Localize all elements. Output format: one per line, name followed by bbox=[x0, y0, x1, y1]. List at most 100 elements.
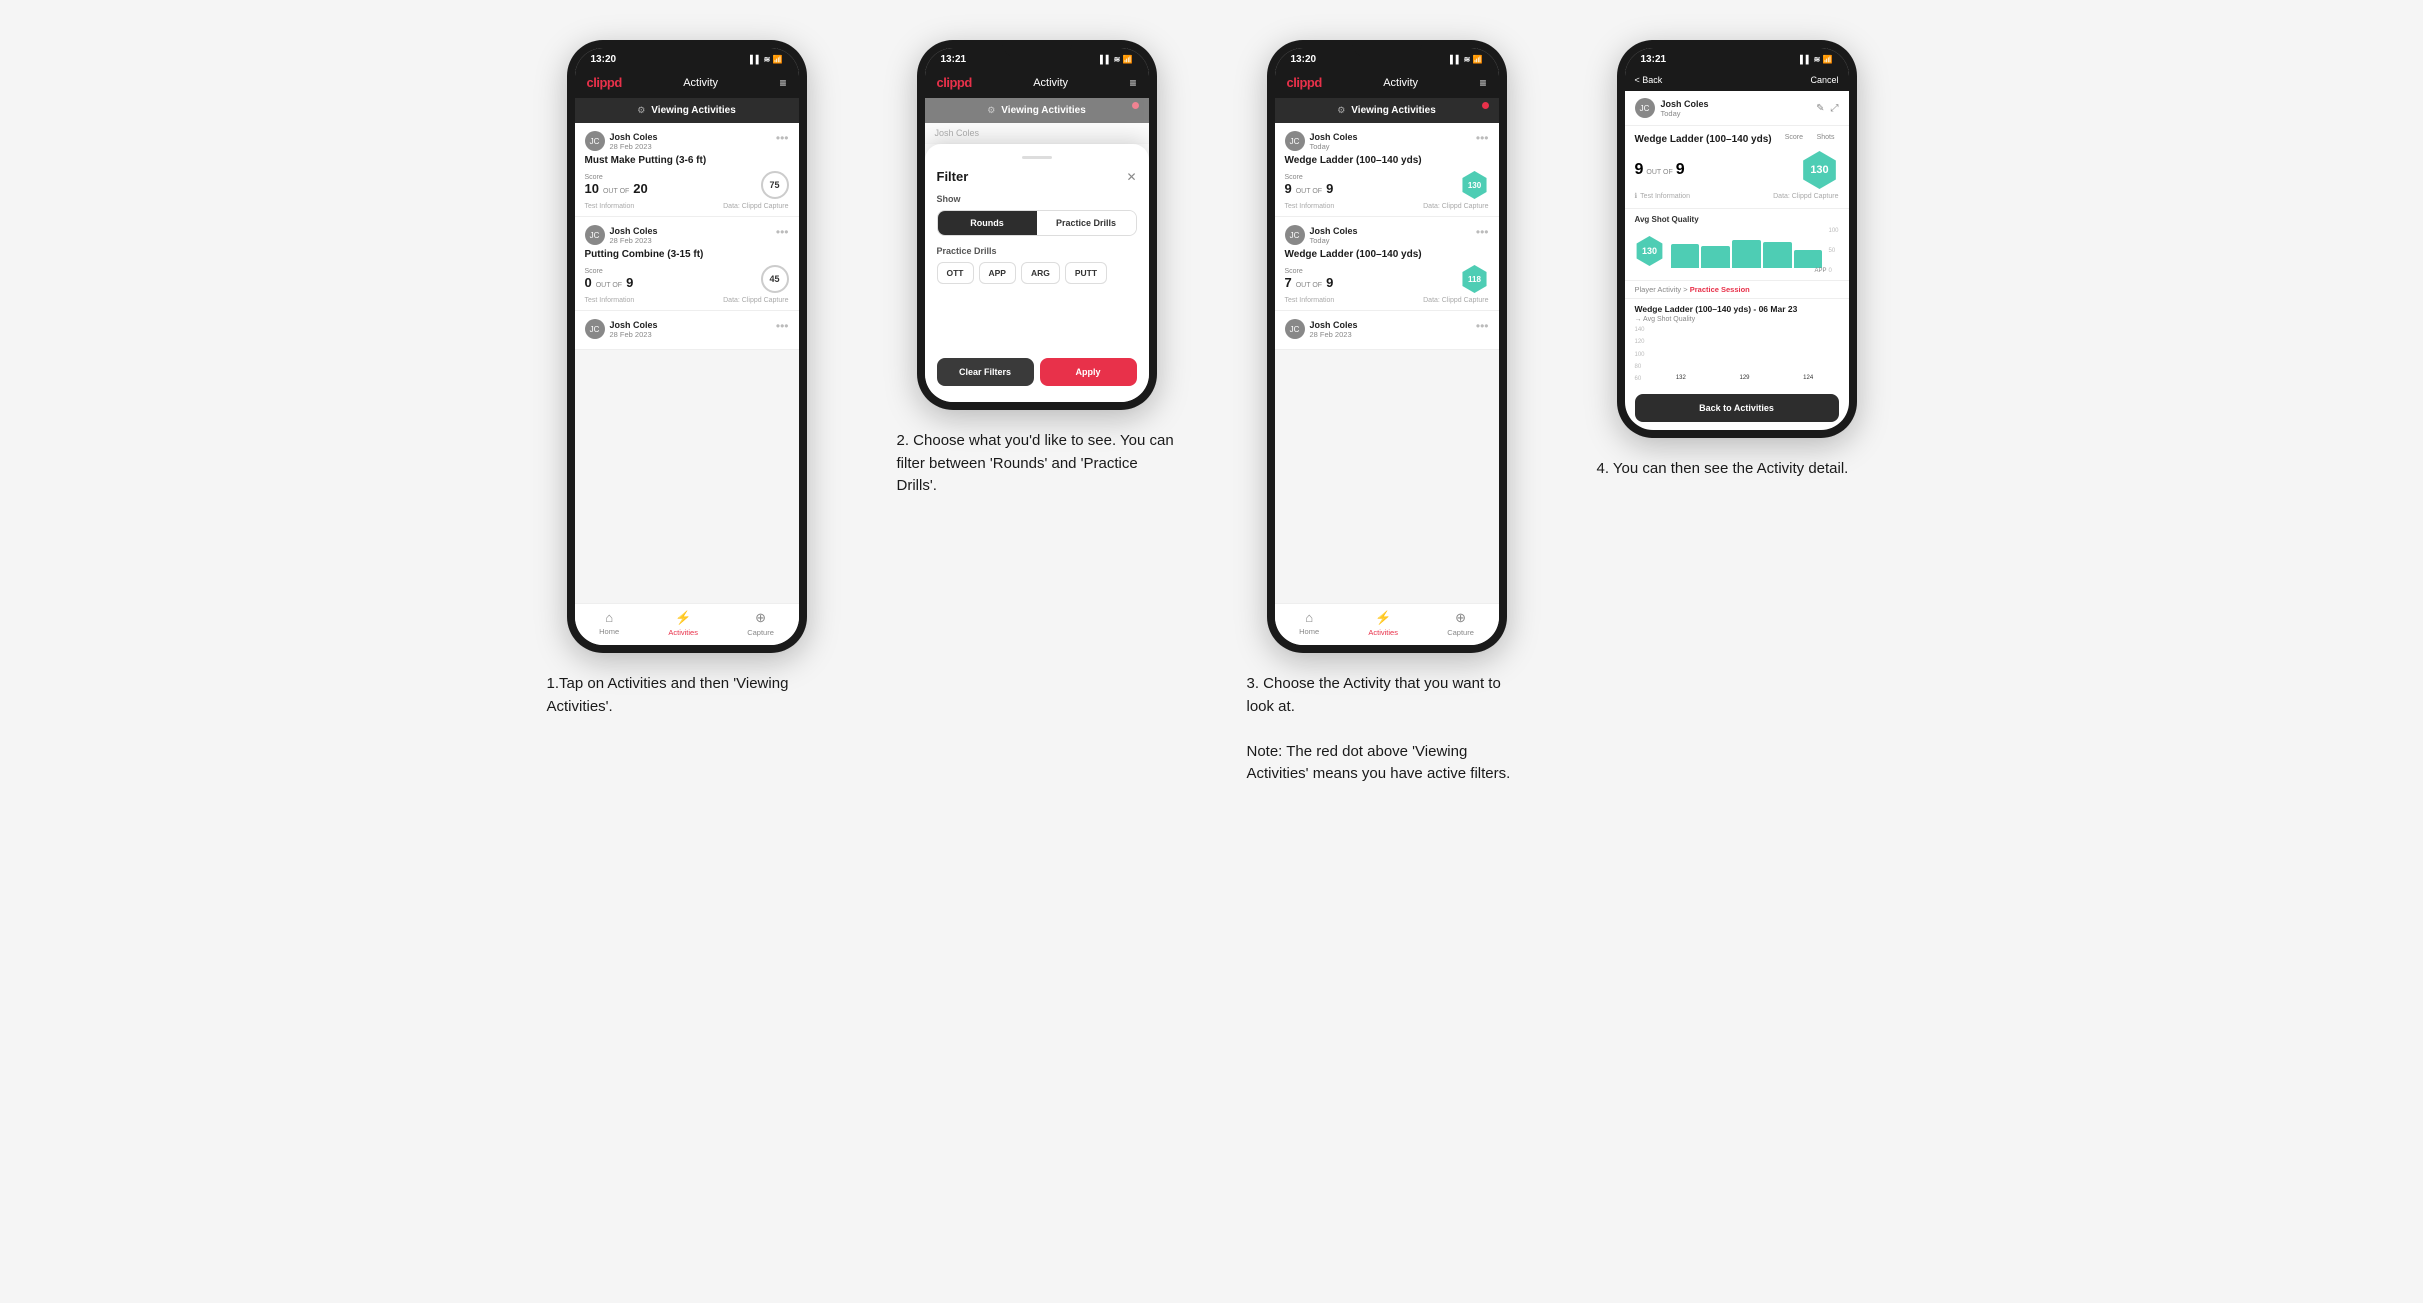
cancel-btn-4[interactable]: Cancel bbox=[1810, 75, 1838, 85]
outof-label-4: OUT OF bbox=[1646, 169, 1672, 176]
session-chart-title-4: Wedge Ladder (100–140 yds) - 06 Mar 23 bbox=[1635, 304, 1839, 316]
nav-capture-3[interactable]: ⊕ Capture bbox=[1447, 610, 1474, 637]
back-to-activities-btn-4[interactable]: Back to Activities bbox=[1635, 394, 1839, 422]
viewing-bar-3[interactable]: ⚙ Viewing Activities bbox=[1275, 98, 1499, 123]
filter-handle-2 bbox=[1022, 156, 1052, 159]
screen-content-3: JC Josh Coles Today ••• Wedge Ladder (10… bbox=[1275, 123, 1499, 603]
dots-menu-1-1[interactable]: ••• bbox=[776, 131, 789, 145]
shots-value-1-1: 20 bbox=[633, 181, 647, 196]
user-date-3-1: Today bbox=[1310, 142, 1358, 151]
drill-ott-2[interactable]: OTT bbox=[937, 262, 974, 284]
avg-sq-label-4: Avg Shot Quality bbox=[1635, 215, 1839, 224]
app-header-2: clippd Activity ≡ bbox=[925, 69, 1149, 98]
clear-filters-btn-2[interactable]: Clear Filters bbox=[937, 358, 1034, 386]
nav-capture-1[interactable]: ⊕ Capture bbox=[747, 610, 774, 637]
step-4-text: 4. You can then see the Activity detail. bbox=[1597, 458, 1877, 481]
edit-icon-4[interactable]: ✎ bbox=[1816, 103, 1824, 114]
session-chart-subtitle-4: → Avg Shot Quality bbox=[1635, 316, 1839, 327]
nav-activities-3[interactable]: ⚡ Activities bbox=[1368, 610, 1398, 637]
phone-3-screen: 13:20 ▌▌ ≋ 📶 clippd Activity ≡ ⚙ Viewing… bbox=[1275, 48, 1499, 645]
expand-icon-4[interactable]: ⤢ bbox=[1831, 103, 1839, 114]
hamburger-icon-1[interactable]: ≡ bbox=[779, 76, 786, 90]
card-footer-3-2: Test Information Data: Clippd Capture bbox=[1285, 297, 1489, 304]
activity-card-3-1[interactable]: JC Josh Coles Today ••• Wedge Ladder (10… bbox=[1275, 123, 1499, 217]
nav-capture-label-3: Capture bbox=[1447, 628, 1474, 637]
red-dot-3 bbox=[1482, 102, 1489, 109]
activities-icon-1: ⚡ bbox=[675, 610, 691, 626]
viewing-bar-1[interactable]: ⚙ Viewing Activities bbox=[575, 98, 799, 123]
footer-left-3-2: Test Information bbox=[1285, 297, 1335, 304]
avatar-1-3: JC bbox=[585, 319, 605, 339]
step-2-col: 13:21 ▌▌ ≋ 📶 clippd Activity ≡ ⚙ Viewing… bbox=[877, 40, 1197, 498]
screen-content-1: JC Josh Coles 28 Feb 2023 ••• Must Make … bbox=[575, 123, 799, 603]
activity-title-3-1: Wedge Ladder (100–140 yds) bbox=[1285, 155, 1489, 166]
status-icons-3: ▌▌ ≋ 📶 bbox=[1450, 55, 1482, 64]
logo-1: clippd bbox=[587, 75, 622, 90]
phone-2-screen: 13:21 ▌▌ ≋ 📶 clippd Activity ≡ ⚙ Viewing… bbox=[925, 48, 1149, 402]
nav-activities-label-3: Activities bbox=[1368, 628, 1398, 637]
filter-show-label-2: Show bbox=[937, 194, 1137, 204]
shot-quality-1-2: 45 bbox=[761, 265, 789, 293]
dots-menu-1-2[interactable]: ••• bbox=[776, 225, 789, 239]
avg-sq-hex-4: 130 bbox=[1635, 236, 1665, 266]
user-info-3-1: JC Josh Coles Today bbox=[1285, 131, 1358, 151]
nav-home-1[interactable]: ⌂ Home bbox=[599, 610, 619, 637]
activity-card-3-2[interactable]: JC Josh Coles Today ••• Wedge Ladder (10… bbox=[1275, 217, 1499, 311]
apply-btn-2[interactable]: Apply bbox=[1040, 358, 1137, 386]
card-footer-1-1: Test Information Data: Clippd Capture bbox=[585, 203, 789, 210]
footer-left-1-2: Test Information bbox=[585, 297, 635, 304]
nav-activities-label-1: Activities bbox=[668, 628, 698, 637]
card-footer-1-2: Test Information Data: Clippd Capture bbox=[585, 297, 789, 304]
notch-1 bbox=[652, 40, 722, 58]
hamburger-icon-3[interactable]: ≡ bbox=[1479, 76, 1486, 90]
filter-rounds-btn-2[interactable]: Rounds bbox=[938, 211, 1037, 235]
user-name-3-3: Josh Coles bbox=[1310, 320, 1358, 330]
step-1-col: 13:20 ▌▌ ≋ 📶 clippd Activity ≡ ⚙ Viewing… bbox=[527, 40, 847, 718]
dots-menu-3-2[interactable]: ••• bbox=[1476, 225, 1489, 239]
capture-icon-1: ⊕ bbox=[755, 610, 766, 626]
red-dot-2 bbox=[1132, 102, 1139, 109]
footer-right-1-2: Data: Clippd Capture bbox=[723, 297, 788, 304]
activity-card-1-2[interactable]: JC Josh Coles 28 Feb 2023 ••• Putting Co… bbox=[575, 217, 799, 311]
shot-quality-3-1: 130 bbox=[1461, 171, 1489, 199]
detail-activity-title-4: Wedge Ladder (100–140 yds) Score Shots bbox=[1635, 134, 1839, 145]
score-label-1-2: Score bbox=[585, 268, 634, 275]
back-btn-4[interactable]: < Back bbox=[1635, 75, 1663, 85]
drill-app-2[interactable]: APP bbox=[979, 262, 1016, 284]
bottom-nav-1: ⌂ Home ⚡ Activities ⊕ Capture bbox=[575, 603, 799, 645]
viewing-bar-label-2: Viewing Activities bbox=[1001, 105, 1085, 116]
shots-value-1-2: 9 bbox=[626, 275, 633, 290]
detail-shot-quality-4: 130 bbox=[1801, 151, 1839, 189]
footer-right-3-2: Data: Clippd Capture bbox=[1423, 297, 1488, 304]
filter-practice-btn-2[interactable]: Practice Drills bbox=[1037, 211, 1136, 235]
hamburger-icon-2[interactable]: ≡ bbox=[1129, 76, 1136, 90]
drill-putt-2[interactable]: PUTT bbox=[1065, 262, 1107, 284]
footer-left-1-1: Test Information bbox=[585, 203, 635, 210]
step-4-col: 13:21 ▌▌ ≋ 📶 < Back Cancel JC Josh Coles… bbox=[1577, 40, 1897, 481]
capture-icon-3: ⊕ bbox=[1455, 610, 1466, 626]
status-time-4: 13:21 bbox=[1641, 54, 1667, 65]
activity-card-1-1[interactable]: JC Josh Coles 28 Feb 2023 ••• Must Make … bbox=[575, 123, 799, 217]
filter-close-2[interactable]: ✕ bbox=[1126, 170, 1136, 184]
filter-header-2: Filter ✕ bbox=[937, 169, 1137, 184]
nav-activities-1[interactable]: ⚡ Activities bbox=[668, 610, 698, 637]
detail-user-name-4: Josh Coles bbox=[1661, 99, 1709, 109]
nav-home-label-3: Home bbox=[1299, 627, 1319, 636]
bg-card-partial: Josh Coles bbox=[925, 123, 1149, 144]
page-container: 13:20 ▌▌ ≋ 📶 clippd Activity ≡ ⚙ Viewing… bbox=[512, 40, 1912, 786]
step-1-text: 1.Tap on Activities and then 'Viewing Ac… bbox=[547, 673, 827, 718]
viewing-bar-2[interactable]: ⚙ Viewing Activities bbox=[925, 98, 1149, 123]
avatar-1-1: JC bbox=[585, 131, 605, 151]
drill-arg-2[interactable]: ARG bbox=[1021, 262, 1060, 284]
dots-menu-3-3[interactable]: ••• bbox=[1476, 319, 1489, 333]
detail-score-value-4: 9 bbox=[1635, 161, 1644, 179]
avatar-3-1: JC bbox=[1285, 131, 1305, 151]
dots-menu-3-1[interactable]: ••• bbox=[1476, 131, 1489, 145]
filter-title-2: Filter bbox=[937, 169, 969, 184]
step-2-text: 2. Choose what you'd like to see. You ca… bbox=[897, 430, 1177, 498]
dots-menu-1-3[interactable]: ••• bbox=[776, 319, 789, 333]
score-value-3-1: 9 bbox=[1285, 181, 1292, 196]
avg-shot-quality-chart-4: Avg Shot Quality 130 100 50 0 bbox=[1625, 209, 1849, 281]
user-date-3-2: Today bbox=[1310, 236, 1358, 245]
nav-home-3[interactable]: ⌂ Home bbox=[1299, 610, 1319, 637]
